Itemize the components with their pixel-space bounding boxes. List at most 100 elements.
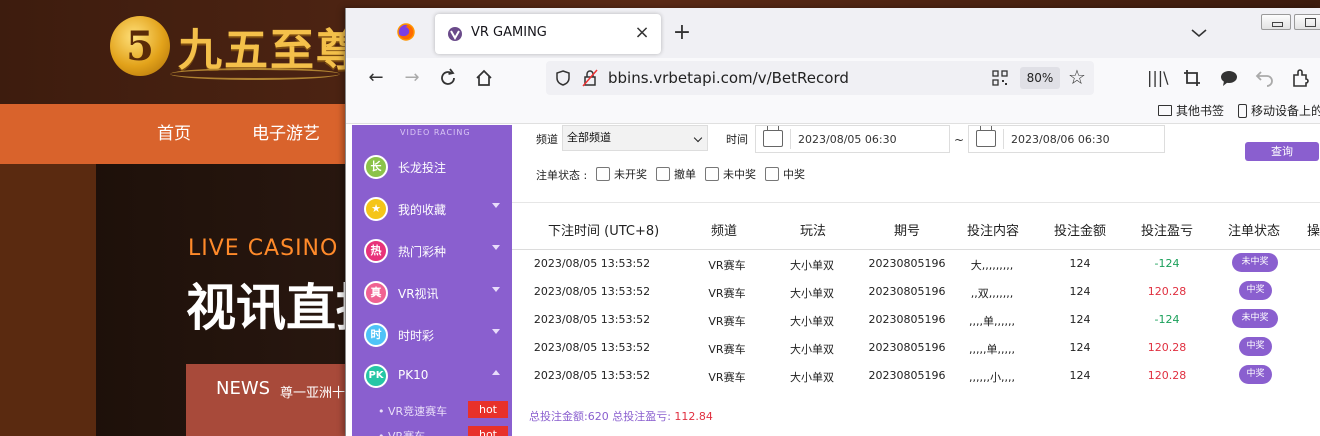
calendar-icon[interactable] [763,126,783,147]
status-checkbox-cancelled[interactable]: 撤单 [656,166,696,182]
nav-toolbar: ← → bbins.vrbetapi.com/v/BetRecord 80% ☆… [346,58,1320,98]
bookmark-other[interactable]: 其他书签 [1158,102,1224,119]
cell-play: 大小单双 [790,259,834,272]
table-row[interactable]: 2023/08/05 13:53:52 VR赛车 大小单双 2023080519… [512,362,1320,390]
zoom-level[interactable]: 80% [1020,67,1060,89]
chevron-up-icon[interactable] [492,370,500,375]
undo-icon[interactable] [1255,68,1275,88]
cell-time: 2023/08/05 13:53:52 [533,341,651,354]
cell-channel: VR赛车 [708,371,746,384]
cell-channel: VR赛车 [708,259,746,272]
back-arrow-icon[interactable]: ← [364,66,388,90]
tab-bar: VR GAMING × + [346,8,1320,58]
logo-ornament [170,68,340,80]
news-box[interactable]: NEWS 尊一亚洲十 [186,364,356,436]
chat-icon[interactable] [1219,68,1239,88]
checkbox[interactable] [596,167,610,181]
checkbox-label: 未开奖 [614,168,647,181]
cell-content: ,,双,,,,,,, [970,287,1014,300]
bookmark-other-label: 其他书签 [1176,104,1225,118]
bookmark-mobile-label: 移动设备上的 [1251,104,1320,118]
sidebar-item-hot-lottery[interactable]: 热 热门彩种 [352,231,512,271]
shield-icon[interactable] [554,69,572,87]
hot-icon: 热 [364,239,388,263]
sidebar-item-pk10[interactable]: PK PK10 [352,356,512,396]
window-minimize-button[interactable] [1261,14,1291,30]
cell-issue: 20230805196 [868,257,946,270]
firefox-icon[interactable] [396,22,416,42]
cell-channel: VR赛车 [708,287,746,300]
sidebar-sub-item-vr-racing[interactable]: • VR竞速赛车 [378,403,447,419]
status-checkbox-lost[interactable]: 未中奖 [705,166,756,182]
chevron-down-icon[interactable] [492,287,500,292]
end-date-field[interactable]: 2023/08/06 06:30 [968,125,1165,153]
cell-play: 大小单双 [790,287,834,300]
long-dragon-icon: 长 [364,155,388,179]
sidebar-item-favorites[interactable]: ★ 我的收藏 [352,189,512,229]
cell-profit-loss: 120.28 [1147,285,1187,298]
sidebar-sub-item-vr-car[interactable]: • VR赛车 [378,428,425,436]
table-row[interactable]: 2023/08/05 13:53:52 VR赛车 大小单双 2023080519… [512,250,1320,278]
summary-total: 总投注金额:620 总投注盈亏: [529,410,671,423]
qr-code-icon[interactable] [992,70,1008,86]
end-date-value: 2023/08/06 06:30 [1011,133,1110,146]
cell-profit-loss: 120.28 [1147,369,1187,382]
extensions-icon[interactable] [1291,68,1311,88]
home-icon[interactable] [473,67,495,89]
cell-amount: 124 [1069,369,1091,382]
star-icon: ★ [364,197,388,221]
checkbox[interactable] [765,167,779,181]
cell-issue: 20230805196 [868,369,946,382]
start-date-field[interactable]: 2023/08/05 06:30 [755,125,950,153]
sidebar-item-label: 热门彩种 [398,245,447,259]
table-row[interactable]: 2023/08/05 13:53:52 VR赛车 大小单双 2023080519… [512,334,1320,362]
lock-icon[interactable] [582,69,598,87]
close-icon[interactable]: × [633,22,651,44]
reload-icon[interactable] [437,67,459,89]
status-checkbox-pending[interactable]: 未开奖 [596,166,647,182]
cell-profit-loss: 120.28 [1147,341,1187,354]
logo-mark: 5 [110,16,170,76]
checkbox[interactable] [656,167,670,181]
chevron-down-icon[interactable] [492,245,500,250]
cell-channel: VR赛车 [708,343,746,356]
sidebar: VIDEO RACING 长 长龙投注 ★ 我的收藏 热 热门彩种 真 VR视讯 [352,125,512,436]
bookmark-mobile[interactable]: 移动设备上的 [1238,102,1320,119]
checkbox[interactable] [705,167,719,181]
forward-arrow-icon[interactable]: → [400,66,424,90]
status-badge: 中奖 [1239,365,1272,384]
hot-badge: hot [468,426,508,436]
calendar-icon[interactable] [976,126,996,147]
status-checkbox-won[interactable]: 中奖 [765,166,805,182]
crop-icon[interactable] [1182,68,1202,88]
channel-label: 频道 [536,133,558,146]
hero-tag: LIVE CASINO [188,236,339,261]
column-header: 频道 [711,224,738,239]
sidebar-item-ssc[interactable]: 时 时时彩 [352,315,512,355]
sidebar-item-vr-video[interactable]: 真 VR视讯 [352,273,512,313]
sidebar-item-long-dragon[interactable]: 长 长龙投注 [352,147,512,187]
new-tab-button[interactable]: + [671,22,693,45]
window-maximize-button[interactable] [1294,14,1320,30]
tab-vr-gaming[interactable]: VR GAMING × [435,14,661,54]
column-header: 玩法 [800,224,827,239]
nav-item-home[interactable]: 首页 [157,104,191,164]
chevron-down-icon[interactable] [492,329,500,334]
start-date-value: 2023/08/05 06:30 [798,133,897,146]
table-row[interactable]: 2023/08/05 13:53:52 VR赛车 大小单双 2023080519… [512,278,1320,306]
folder-icon [1158,105,1172,116]
status-badge: 中奖 [1239,281,1272,300]
url-bar[interactable]: bbins.vrbetapi.com/v/BetRecord 80% ☆ [546,61,1094,95]
sidebar-item-label: 时时彩 [398,329,435,343]
channel-select[interactable]: 全部频道 [562,125,708,151]
time-label: 时间 [726,133,748,146]
chevron-down-icon[interactable] [492,203,500,208]
table-row[interactable]: 2023/08/05 13:53:52 VR赛车 大小单双 2023080519… [512,306,1320,334]
query-button[interactable]: 查询 [1245,142,1319,161]
chevron-down-icon[interactable] [1189,24,1209,42]
url-text[interactable]: bbins.vrbetapi.com/v/BetRecord [608,69,849,87]
star-icon[interactable]: ☆ [1068,66,1086,88]
library-icon[interactable]: |||\ [1147,68,1169,88]
nav-item-egames[interactable]: 电子游艺 [252,104,320,164]
column-header: 投注盈亏 [1141,224,1194,239]
